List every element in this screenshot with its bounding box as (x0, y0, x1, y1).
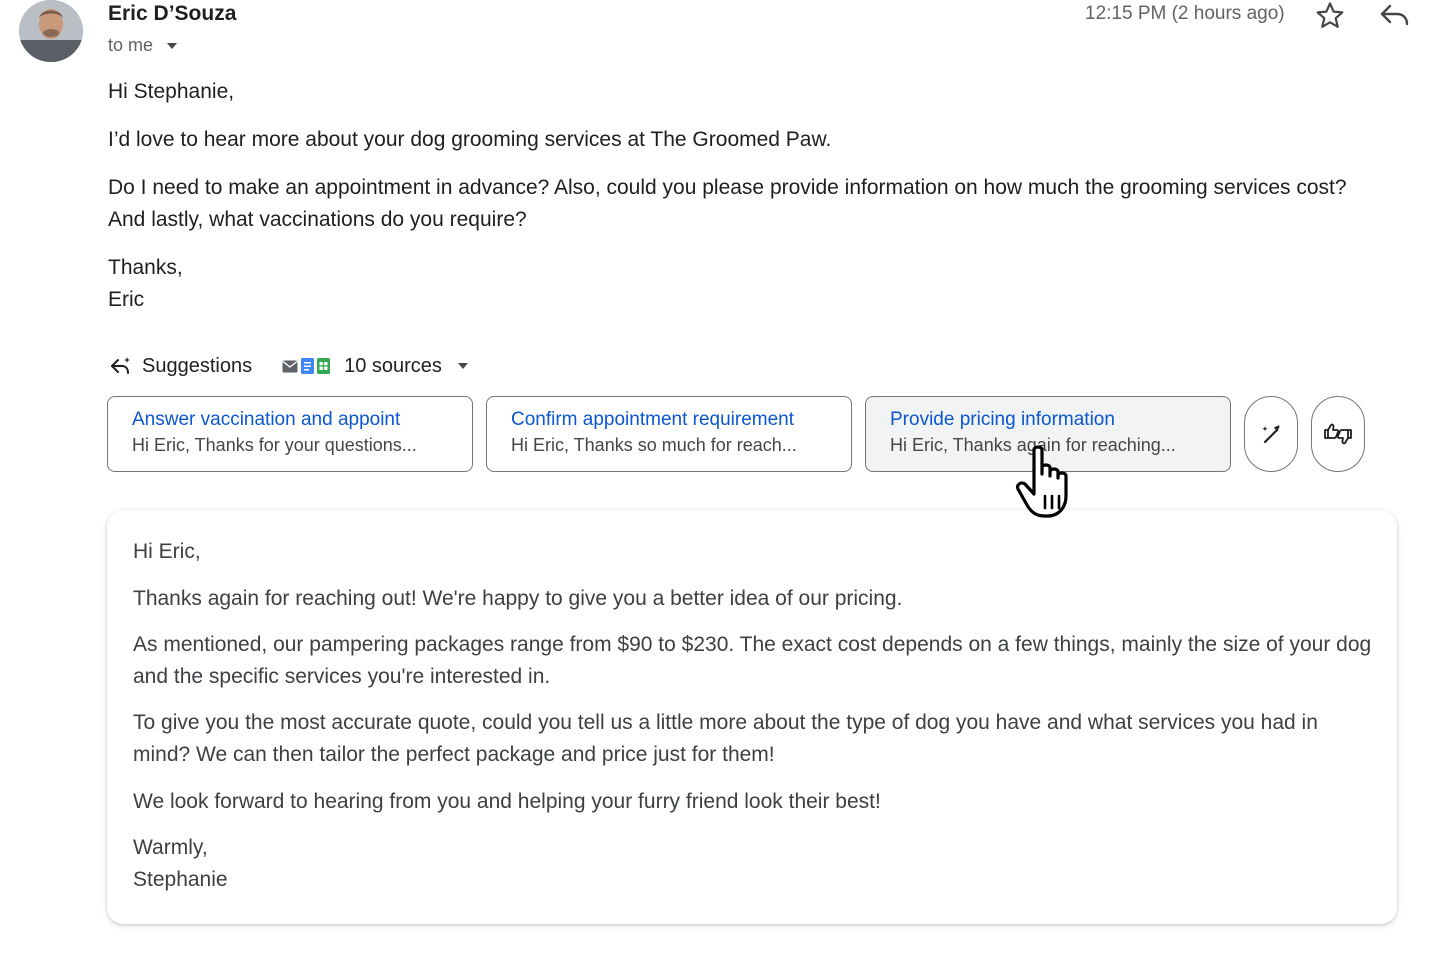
email-signoff: Thanks, (108, 256, 183, 279)
email-paragraph: I’d love to hear more about your dog gro… (108, 128, 832, 151)
message-timestamp: 12:15 PM (2 hours ago) (1085, 3, 1285, 24)
feedback-button[interactable] (1311, 396, 1365, 472)
chevron-down-icon (167, 42, 178, 49)
suggestion-card[interactable]: Confirm appointment requirement Hi Eric,… (486, 396, 852, 472)
sender-avatar[interactable] (19, 0, 83, 62)
email-paragraph: Do I need to make an appointment in adva… (108, 176, 1347, 231)
avatar-photo (19, 0, 83, 62)
suggestion-card-preview: Hi Eric, Thanks again for reaching... (890, 435, 1176, 455)
suggestion-card-title: Provide pricing information (890, 409, 1115, 430)
suggestion-card-preview: Hi Eric, Thanks so much for reach... (511, 435, 797, 455)
email-signature: Eric (108, 288, 145, 311)
suggestion-card-title: Answer vaccination and appoint (132, 409, 401, 430)
reply-icon[interactable] (1377, 0, 1411, 32)
suggestion-card-preview: Hi Eric, Thanks for your questions... (132, 435, 417, 455)
magic-pen-icon (1262, 425, 1280, 444)
sheets-icon (317, 358, 331, 374)
recipient-label: to me (108, 35, 154, 55)
suggestions-label: Suggestions (142, 354, 253, 377)
thumbs-up-down-icon (1324, 423, 1352, 445)
suggestion-card[interactable]: Answer vaccination and appoint Hi Eric, … (107, 396, 473, 472)
sources-dropdown[interactable]: 10 sources (344, 355, 442, 378)
reply-suggestions-icon (111, 357, 130, 374)
docs-icon (301, 358, 315, 374)
suggestions-header: Suggestions 10 sources (108, 350, 468, 382)
sources-dropdown-icons[interactable] (282, 358, 331, 374)
refine-draft-button[interactable] (1244, 396, 1298, 472)
draft-paragraph: As mentioned, our pampering packages ran… (133, 633, 1372, 688)
recipient-details-toggle[interactable]: to me (108, 35, 178, 56)
draft-signoff: Warmly, (133, 836, 208, 859)
draft-paragraph: We look forward to hearing from you and … (133, 790, 881, 813)
draft-paragraph: Thanks again for reaching out! We're hap… (133, 587, 903, 610)
draft-signature: Stephanie (133, 868, 228, 891)
draft-paragraph: To give you the most accurate quote, cou… (133, 711, 1318, 766)
suggestion-card-selected[interactable]: Provide pricing information Hi Eric, Tha… (865, 396, 1231, 472)
suggestion-card-title: Confirm appointment requirement (511, 409, 795, 430)
gmail-icon (282, 360, 298, 372)
email-greeting: Hi Stephanie, (108, 80, 235, 103)
draft-reply-preview[interactable]: Hi Eric, Thanks again for reaching out! … (107, 510, 1397, 924)
sender-name[interactable]: Eric D’Souza (108, 2, 236, 26)
draft-greeting: Hi Eric, (133, 540, 201, 563)
chevron-down-icon[interactable] (457, 363, 468, 369)
star-icon[interactable] (1314, 0, 1346, 32)
